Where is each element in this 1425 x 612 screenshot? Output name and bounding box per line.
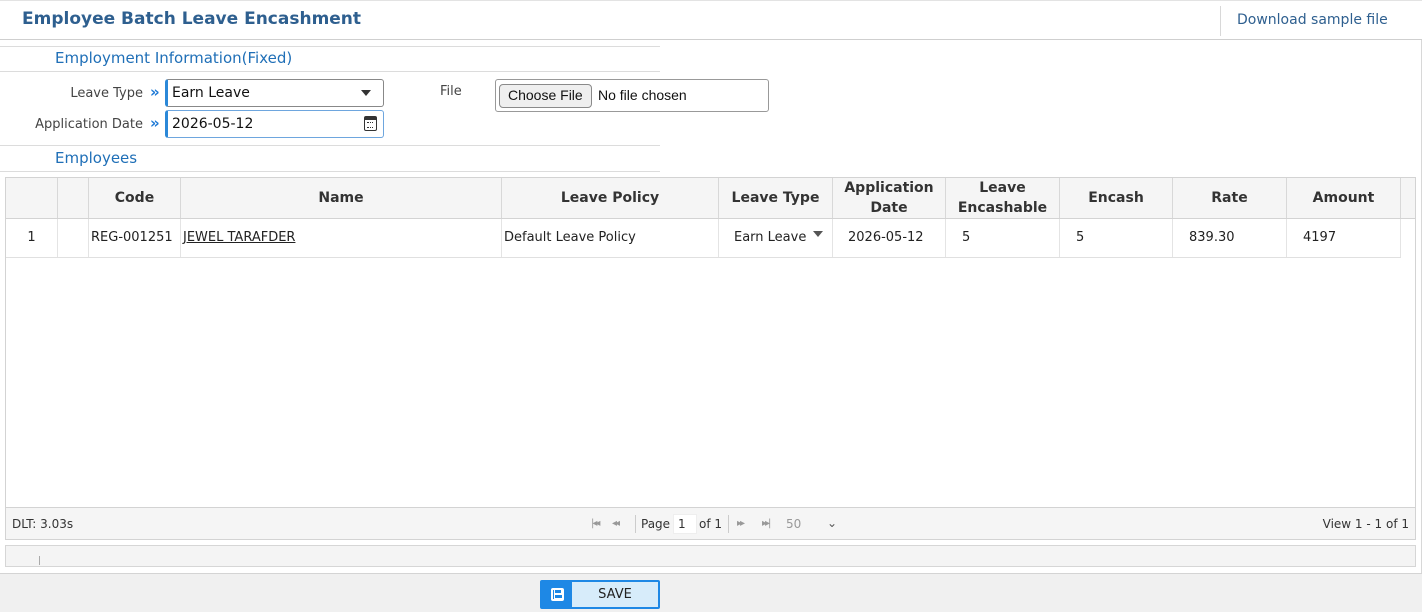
encash-cell[interactable]: 5 [1060,219,1173,257]
leave-type-cell[interactable]: Earn Leave [719,219,833,257]
double-chevron-icon: » [150,114,160,132]
column-header-leave-type[interactable]: Leave Type [719,178,833,218]
section-divider [0,171,660,172]
employees-grid: Code Name Leave Policy Leave Type Applic… [5,177,1416,540]
leave-encashable-cell: 5 [946,219,1060,257]
row-select-cell[interactable] [58,219,89,257]
application-date-label: Application Date [35,117,143,132]
column-header-name[interactable]: Name [181,178,502,218]
employee-name-link[interactable]: JEWEL TARAFDER [183,230,295,245]
amount-cell: 4197 [1287,219,1401,257]
name-cell: JEWEL TARAFDER [181,219,502,257]
chevron-down-icon[interactable] [813,231,824,237]
leave-type-cell-value: Earn Leave [734,230,807,245]
double-chevron-icon: » [150,83,160,101]
pager-divider [635,515,636,533]
rate-cell: 839.30 [1173,219,1287,257]
code-cell: REG-001251 [89,219,181,257]
file-input[interactable]: Choose File No file chosen [495,79,769,112]
rows-per-page-select[interactable]: 50 ⌄ [783,514,839,534]
page-count-label: of 1 [699,517,723,531]
previous-page-icon[interactable]: ◂◂ [612,518,620,529]
column-header-rownum [6,178,58,218]
next-page-icon[interactable]: ▸▸ [737,518,745,529]
leave-type-label: Leave Type [70,86,143,101]
column-header-leave-policy[interactable]: Leave Policy [502,178,719,218]
calendar-icon[interactable] [364,116,377,131]
table-row[interactable]: 1 REG-001251 JEWEL TARAFDER Default Leav… [6,219,1401,258]
column-header-code[interactable]: Code [89,178,181,218]
section-title-employees: Employees [55,149,138,167]
floppy-disk-icon [550,588,564,601]
section-divider [0,71,660,72]
page-number-input[interactable]: 1 [673,514,697,534]
page-title: Employee Batch Leave Encashment [22,9,362,29]
chevron-down-icon: ⌄ [826,516,837,530]
download-sample-link[interactable]: Download sample file [1220,6,1420,36]
file-label: File [440,84,462,99]
leave-type-value: Earn Leave [172,85,250,101]
column-header-leave-encashable[interactable]: Leave Encashable [946,178,1060,218]
file-status: No file chosen [598,87,687,103]
page-header: Employee Batch Leave Encashment Download… [0,0,1422,40]
column-header-rate[interactable]: Rate [1173,178,1287,218]
grid-header: Code Name Leave Policy Leave Type Applic… [6,178,1415,219]
app-frame: Employee Batch Leave Encashment Download… [0,0,1422,612]
last-page-icon[interactable]: ▸▸| [762,518,772,529]
column-header-select[interactable] [58,178,89,218]
column-header-amount[interactable]: Amount [1287,178,1401,218]
first-page-icon[interactable]: |◂◂ [591,518,601,529]
section-title-employment-info: Employment Information(Fixed) [55,49,293,67]
scrollbar-tick [39,556,40,565]
grid-pager: DLT: 3.03s |◂◂ ◂◂ Page 1 of 1 ▸▸ ▸▸| 50 … [6,507,1415,539]
page-label: Page [641,517,671,531]
horizontal-scrollbar[interactable] [5,545,1416,567]
chevron-down-icon [361,90,371,96]
section-divider [0,46,660,47]
column-header-encash[interactable]: Encash [1060,178,1173,218]
column-header-application-date[interactable]: Application Date [833,178,946,218]
save-button-label: SAVE [598,587,632,602]
section-divider [0,145,660,146]
row-number: 1 [6,219,58,257]
save-icon-container [542,582,572,607]
footer-bar: SAVE [0,573,1422,612]
application-date-input[interactable]: 2026-05-12 [165,110,384,138]
leave-type-select[interactable]: Earn Leave [165,79,384,107]
pager-divider [728,515,729,533]
application-date-value: 2026-05-12 [172,116,254,132]
application-date-cell: 2026-05-12 [833,219,946,257]
choose-file-button[interactable]: Choose File [499,84,592,108]
leave-policy-cell: Default Leave Policy [502,219,719,257]
rows-per-page-value: 50 [786,517,802,531]
load-time-label: DLT: 3.03s [12,517,74,531]
record-count-label: View 1 - 1 of 1 [1322,517,1409,531]
save-button[interactable]: SAVE [540,580,660,609]
